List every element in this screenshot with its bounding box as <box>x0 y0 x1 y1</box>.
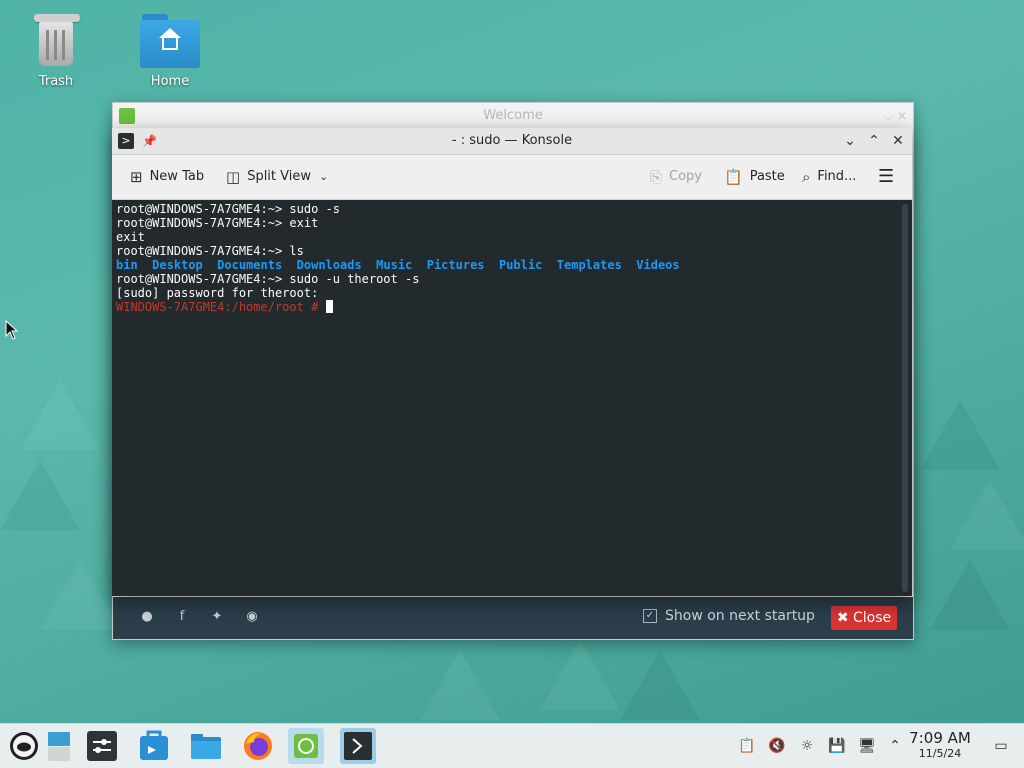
trash-icon <box>26 12 86 70</box>
settings-icon[interactable] <box>84 728 120 764</box>
dir-entry: bin <box>116 258 138 272</box>
split-view-label: Split View <box>247 169 311 184</box>
maximize-icon[interactable]: ⌃ <box>864 128 884 154</box>
konsole-window[interactable]: > 📌 - : sudo — Konsole ⌄ ⌃ ✕ ⊞ New Tab ◫… <box>112 128 912 596</box>
dir-entry: Videos <box>636 258 680 272</box>
terminal-line: root@WINDOWS-7A7GME4:~> sudo -s <box>116 202 340 216</box>
find-button[interactable]: ⌕ Find... <box>802 167 856 187</box>
facebook-icon[interactable]: f <box>174 609 190 625</box>
welcome-title: Welcome <box>483 108 543 123</box>
new-tab-icon: ⊞ <box>130 168 143 186</box>
clipboard-icon[interactable]: 📋 <box>738 737 756 755</box>
firefox-icon[interactable] <box>240 728 276 764</box>
expand-tray-icon[interactable]: ⌃ <box>886 737 904 755</box>
paste-button[interactable]: 📋 Paste <box>724 167 785 187</box>
desktop-home[interactable]: Home <box>130 12 210 89</box>
network-icon[interactable]: 🖥 <box>858 737 876 755</box>
terminal-output[interactable]: root@WINDOWS-7A7GME4:~> sudo -s root@WIN… <box>112 200 912 596</box>
show-desktop-icon[interactable]: ▭ <box>992 737 1010 755</box>
terminal-line: exit <box>116 230 145 244</box>
dir-entry: Templates <box>556 258 622 272</box>
konsole-app-icon: > <box>118 133 134 149</box>
disk-icon[interactable]: 💾 <box>828 737 846 755</box>
welcome-app-icon[interactable] <box>288 728 324 764</box>
pin-icon[interactable]: 📌 <box>142 128 157 154</box>
welcome-titlebar[interactable]: Welcome ⌵ ✕ <box>113 103 913 129</box>
dir-entry: Desktop <box>152 258 203 272</box>
terminal-cursor <box>325 300 333 313</box>
root-prompt-line: WINDOWS-7A7GME4:/home/root # <box>116 300 908 314</box>
desktop-trash[interactable]: Trash <box>16 12 96 89</box>
show-on-startup-label: Show on next startup <box>665 608 815 624</box>
welcome-footer: ● f ✦ ◉ ✓ Show on next startup ✖ Close <box>113 597 913 639</box>
chevron-down-icon: ⌄ <box>319 170 329 183</box>
copy-button[interactable]: ⎘ Copy <box>650 167 702 187</box>
dir-entry: Downloads <box>296 258 362 272</box>
reddit-icon[interactable]: ● <box>139 609 155 625</box>
terminal-scrollbar[interactable] <box>902 204 908 592</box>
terminal-line: root@WINDOWS-7A7GME4:~> ls <box>116 244 304 258</box>
paste-icon: 📋 <box>724 168 743 186</box>
mastodon-icon[interactable]: ◉ <box>244 609 260 625</box>
desktop-trash-label: Trash <box>38 74 74 89</box>
root-prompt: WINDOWS-7A7GME4:/home/root # <box>116 300 326 314</box>
welcome-app-icon <box>119 108 135 124</box>
terminal-line: root@WINDOWS-7A7GME4:~> exit <box>116 216 319 230</box>
hamburger-menu-icon[interactable]: ☰ <box>878 167 894 187</box>
home-folder-icon <box>140 12 200 70</box>
clock[interactable]: 7:09 AM 11/5/24 <box>908 729 972 760</box>
opensuse-menu-icon[interactable] <box>6 728 42 764</box>
clock-time: 7:09 AM <box>909 729 971 747</box>
split-view-icon: ◫ <box>226 168 241 186</box>
welcome-window-controls[interactable]: ⌵ ✕ <box>884 103 907 129</box>
konsole-icon[interactable] <box>340 728 376 764</box>
konsole-title: - : sudo — Konsole <box>451 133 573 148</box>
find-label: Find... <box>817 169 857 184</box>
mouse-pointer-icon <box>5 320 19 340</box>
brightness-icon[interactable]: ☼ <box>798 737 816 755</box>
konsole-toolbar: ⊞ New Tab ◫ Split View ⌄ ⎘ Copy 📋 Paste … <box>112 155 912 200</box>
pager-icon[interactable] <box>42 728 78 764</box>
taskbar: 📋 🔇 ☼ 💾 🖥 ⌃ 7:09 AM 11/5/24 ▭ <box>0 723 1024 768</box>
discover-icon[interactable] <box>136 728 172 764</box>
new-tab-button[interactable]: ⊞ New Tab <box>130 167 204 187</box>
new-tab-label: New Tab <box>149 169 205 184</box>
minimize-icon[interactable]: ⌄ <box>840 128 860 154</box>
paste-label: Paste <box>749 169 785 184</box>
welcome-close-button[interactable]: ✖ Close <box>831 606 897 630</box>
search-icon: ⌕ <box>802 168 811 186</box>
checkbox-check-icon: ✓ <box>643 609 657 623</box>
close-icon[interactable]: ✕ <box>888 128 908 154</box>
desktop-home-label: Home <box>150 74 190 89</box>
files-icon[interactable] <box>188 728 224 764</box>
ls-output-line: bin Desktop Documents Downloads Music Pi… <box>116 258 908 272</box>
copy-label: Copy <box>669 169 702 184</box>
volume-muted-icon[interactable]: 🔇 <box>768 737 786 755</box>
dir-entry: Pictures <box>426 258 485 272</box>
copy-icon: ⎘ <box>650 168 663 186</box>
show-on-startup-checkbox[interactable]: ✓ Show on next startup <box>643 608 815 624</box>
split-view-button[interactable]: ◫ Split View ⌄ <box>226 167 335 187</box>
terminal-line: root@WINDOWS-7A7GME4:~> sudo -u theroot … <box>116 272 420 286</box>
dir-entry: Public <box>498 258 543 272</box>
konsole-titlebar[interactable]: > 📌 - : sudo — Konsole ⌄ ⌃ ✕ <box>112 128 912 155</box>
clock-date: 11/5/24 <box>918 747 962 760</box>
terminal-line: [sudo] password for theroot: <box>116 286 319 300</box>
dir-entry: Music <box>376 258 413 272</box>
dir-entry: Documents <box>217 258 283 272</box>
twitter-icon[interactable]: ✦ <box>209 609 225 625</box>
